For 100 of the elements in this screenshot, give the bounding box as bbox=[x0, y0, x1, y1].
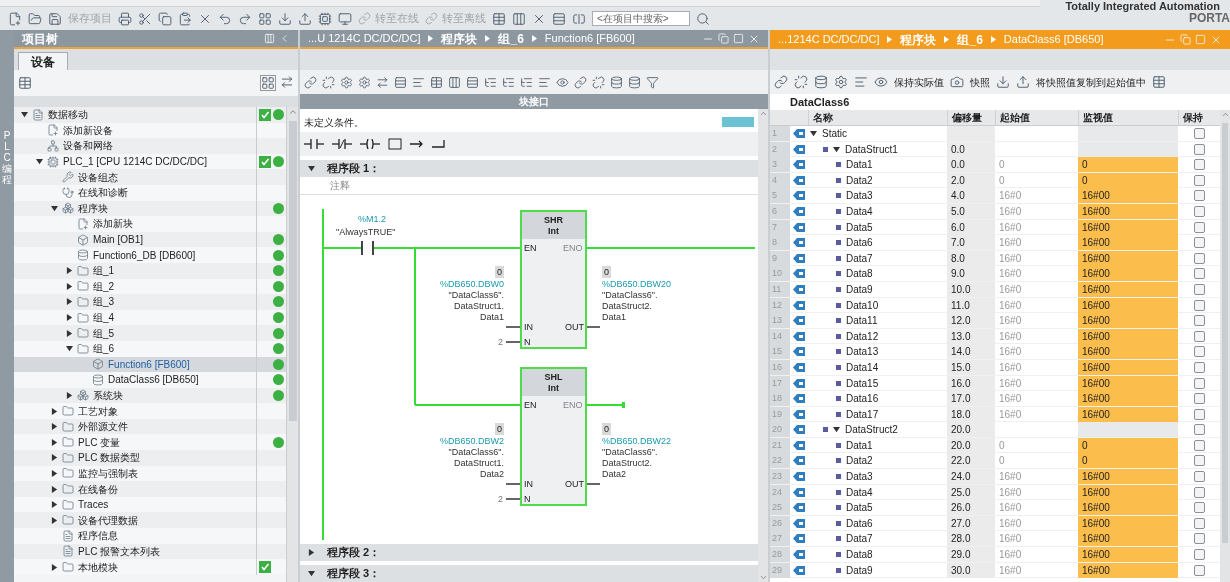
coil-icon[interactable] bbox=[360, 139, 380, 149]
scrollbar[interactable] bbox=[758, 109, 768, 582]
paste-icon[interactable] bbox=[178, 11, 192, 26]
caret-down-icon[interactable] bbox=[20, 111, 28, 119]
network-header[interactable]: 程序段 3： bbox=[300, 565, 758, 582]
column-header[interactable]: 偏移量 bbox=[947, 110, 995, 125]
retain-checkbox[interactable] bbox=[1193, 486, 1205, 498]
unlink-icon[interactable] bbox=[592, 75, 605, 89]
table-icon[interactable] bbox=[18, 76, 32, 90]
tree-item[interactable]: 组_3 bbox=[14, 294, 286, 310]
retain-checkbox[interactable] bbox=[1193, 283, 1205, 295]
network-header[interactable]: 程序段 2： bbox=[300, 544, 758, 561]
undo-icon[interactable] bbox=[218, 11, 232, 26]
scroll-up-icon[interactable] bbox=[758, 109, 768, 118]
list-tree-icon[interactable] bbox=[484, 75, 497, 89]
caret-down-icon[interactable] bbox=[833, 426, 840, 434]
caret-down-icon[interactable] bbox=[308, 570, 315, 577]
link-icon[interactable] bbox=[574, 75, 587, 89]
caret-down-icon[interactable] bbox=[833, 145, 840, 153]
cut-icon[interactable] bbox=[138, 11, 152, 26]
caret-right-icon[interactable] bbox=[50, 469, 58, 477]
caret-down-icon[interactable] bbox=[308, 165, 315, 172]
tree-item[interactable]: 设备和网络 bbox=[14, 138, 286, 154]
camera-icon[interactable] bbox=[950, 75, 964, 89]
caret-right-icon[interactable] bbox=[308, 549, 315, 556]
split-vertical-icon[interactable] bbox=[572, 11, 586, 26]
unlink-icon[interactable] bbox=[794, 75, 808, 89]
table-icon[interactable] bbox=[430, 75, 443, 89]
arrows-icon[interactable] bbox=[376, 75, 389, 89]
retain-checkbox[interactable] bbox=[1193, 159, 1205, 171]
caret-down-icon[interactable] bbox=[65, 345, 73, 353]
retain-checkbox[interactable] bbox=[1193, 315, 1205, 327]
retain-checkbox[interactable] bbox=[1193, 439, 1205, 451]
retain-checkbox[interactable] bbox=[1193, 237, 1205, 249]
print-icon[interactable] bbox=[118, 11, 132, 26]
new-file-icon[interactable] bbox=[8, 11, 22, 26]
align-left-icon[interactable] bbox=[538, 75, 551, 89]
caret-right-icon[interactable] bbox=[50, 516, 58, 524]
upload-icon[interactable] bbox=[298, 11, 312, 26]
caret-right-icon[interactable] bbox=[65, 267, 73, 275]
database-icon[interactable] bbox=[610, 75, 623, 89]
retain-checkbox[interactable] bbox=[1193, 128, 1205, 139]
filter-icon[interactable] bbox=[646, 75, 659, 89]
maximize-icon[interactable] bbox=[733, 33, 744, 44]
folder-icon[interactable] bbox=[28, 11, 42, 26]
retain-checkbox[interactable] bbox=[1193, 205, 1205, 217]
scrollbar[interactable] bbox=[286, 107, 298, 582]
caret-right-icon[interactable] bbox=[65, 282, 73, 290]
toolbar-button[interactable]: 快照 bbox=[970, 74, 990, 90]
retain-checkbox[interactable] bbox=[1193, 549, 1205, 561]
table-icon[interactable] bbox=[492, 11, 506, 26]
empty-box-icon[interactable] bbox=[388, 138, 402, 150]
retain-checkbox[interactable] bbox=[1193, 268, 1205, 280]
grid-icon[interactable] bbox=[258, 11, 272, 26]
caret-down-icon[interactable] bbox=[50, 204, 58, 212]
caret-right-icon[interactable] bbox=[50, 454, 58, 462]
column-header[interactable]: 名称 bbox=[808, 110, 947, 125]
retain-checkbox[interactable] bbox=[1193, 517, 1205, 529]
retain-checkbox[interactable] bbox=[1193, 455, 1205, 467]
redo-icon[interactable] bbox=[238, 11, 252, 26]
database-icon[interactable] bbox=[814, 75, 828, 89]
database-icon[interactable] bbox=[628, 75, 641, 89]
unlink-icon[interactable] bbox=[322, 75, 335, 89]
columns-icon[interactable] bbox=[448, 75, 461, 89]
open-branch-icon[interactable] bbox=[410, 139, 424, 149]
no-contact-icon[interactable] bbox=[304, 139, 324, 149]
tree-item[interactable]: 在线备份 bbox=[14, 481, 286, 497]
caret-right-icon[interactable] bbox=[50, 563, 58, 571]
caret-down-icon[interactable] bbox=[35, 158, 43, 166]
column-header[interactable]: 起始值 bbox=[995, 110, 1078, 125]
retain-checkbox[interactable] bbox=[1193, 533, 1205, 545]
caret-right-icon[interactable] bbox=[50, 485, 58, 493]
tree-item[interactable]: 数据移动 bbox=[14, 107, 286, 123]
link-icon[interactable] bbox=[774, 75, 788, 89]
retain-checkbox[interactable] bbox=[1193, 502, 1205, 514]
retain-checkbox[interactable] bbox=[1193, 346, 1205, 358]
columns-icon[interactable] bbox=[512, 11, 526, 26]
caret-down-icon[interactable] bbox=[810, 130, 817, 137]
close-branch-icon[interactable] bbox=[432, 139, 446, 149]
list-tree-icon[interactable] bbox=[502, 75, 515, 89]
scrollbar[interactable] bbox=[1220, 110, 1230, 582]
toolbar-button[interactable]: 保持实际值 bbox=[894, 74, 944, 90]
download-icon[interactable] bbox=[278, 11, 292, 26]
toolbar-button[interactable]: 将快照值复制到起始值中 bbox=[1036, 74, 1146, 90]
retain-checkbox[interactable] bbox=[1193, 143, 1205, 155]
caret-right-icon[interactable] bbox=[50, 407, 58, 415]
list-icon[interactable] bbox=[854, 75, 868, 89]
list-tree-icon[interactable] bbox=[520, 75, 533, 89]
gear-icon[interactable] bbox=[358, 75, 371, 89]
caret-right-icon[interactable] bbox=[65, 298, 73, 306]
split-horizontal-icon[interactable] bbox=[552, 11, 566, 26]
contact-icon[interactable] bbox=[361, 240, 374, 256]
retain-checkbox[interactable] bbox=[1193, 330, 1205, 342]
rows-icon[interactable] bbox=[394, 75, 407, 89]
copy-icon[interactable] bbox=[158, 11, 172, 26]
tree-item[interactable]: 组_5 bbox=[14, 325, 286, 341]
retain-checkbox[interactable] bbox=[1193, 221, 1205, 233]
panel-tab[interactable]: 设备 bbox=[18, 52, 68, 70]
tree-item[interactable]: 设备组态 bbox=[14, 169, 286, 185]
network-header[interactable]: 程序段 1： bbox=[300, 160, 758, 177]
